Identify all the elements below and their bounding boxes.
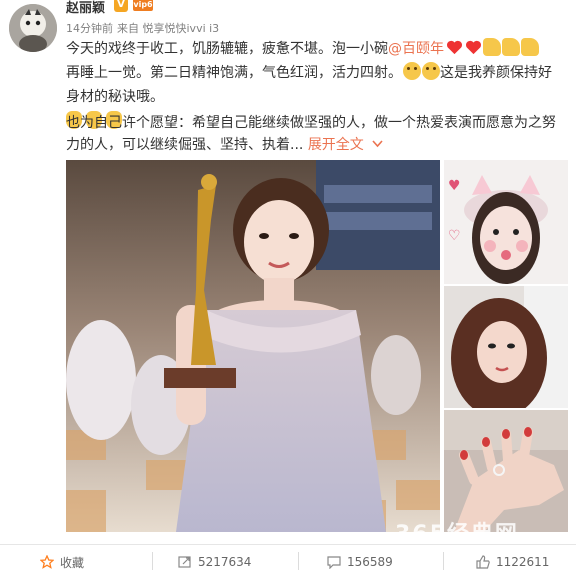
side-photo-1[interactable]: ♥ ♡ [444, 160, 568, 284]
svg-text:♥: ♥ [448, 178, 461, 194]
svg-text:♡: ♡ [448, 228, 461, 244]
side-photo-3[interactable] [444, 410, 568, 532]
comment-icon [327, 556, 341, 569]
favorite-button[interactable]: 收藏 [40, 553, 84, 571]
action-bar-divider [0, 544, 576, 545]
text-segment: 这是我养颜保持好 [440, 65, 552, 81]
vip-badge: vip6 [133, 0, 153, 11]
main-photo[interactable] [66, 160, 440, 532]
text-segment: 力的人，可以继续倔强、坚持、执着... [66, 137, 304, 153]
text-segment: 今天的戏终于收工，饥肠辘辘，疲惫不堪。泡一小碗 [66, 41, 388, 57]
thumbs-up-icon [476, 555, 490, 569]
verified-badge: V [114, 0, 128, 12]
like-count: 1122611 [496, 555, 550, 569]
mention-link[interactable]: @百颐年 [388, 41, 444, 57]
star-icon [40, 555, 54, 569]
thumbs-up-icon [483, 38, 501, 56]
source-prefix: 来自 [117, 22, 139, 35]
post-meta: 14分钟前 来自 悦享悦快ivvi i3 [66, 20, 219, 36]
laughing-face-icon [403, 62, 421, 80]
thumbs-up-icon [521, 38, 539, 56]
side-photo-2[interactable] [444, 286, 568, 408]
chevron-down-icon [372, 140, 383, 148]
comment-count: 156589 [347, 555, 393, 569]
expand-label: 展开全文 [307, 137, 364, 153]
separator [298, 552, 299, 570]
avatar[interactable] [9, 4, 57, 52]
post-time[interactable]: 14分钟前 [66, 22, 113, 35]
laughing-face-icon [422, 62, 440, 80]
like-button[interactable]: 1122611 [476, 553, 549, 571]
heart-icon [466, 40, 481, 55]
text-segment: 再睡上一觉。第二日精神饱满，气色红润，活力四射。 [66, 65, 402, 81]
weibo-post: 赵丽颖 V vip6 14分钟前 来自 悦享悦快ivvi i3 今天的戏终于收工，… [0, 0, 576, 575]
favorite-label: 收藏 [60, 555, 85, 570]
post-text-line-2: 再睡上一觉。第二日精神饱满，气色红润，活力四射。 这是我养颜保持好 [66, 62, 568, 85]
post-source[interactable]: 悦享悦快ivvi i3 [143, 22, 220, 35]
comment-button[interactable]: 156589 [327, 553, 393, 571]
repost-icon [178, 556, 191, 568]
heart-icon [447, 40, 462, 55]
username[interactable]: 赵丽颖 [66, 0, 105, 16]
repost-button[interactable]: 5217634 [178, 553, 251, 571]
separator [443, 552, 444, 570]
post-text-line-1: 今天的戏终于收工，饥肠辘辘，疲惫不堪。泡一小碗@百颐年 [66, 38, 568, 61]
expand-full-text-link[interactable]: 展开全文 [308, 137, 383, 153]
text-segment: 身材的秘诀哦。 [66, 89, 164, 105]
thumbs-up-icon [502, 38, 520, 56]
separator [152, 552, 153, 570]
repost-count: 5217634 [198, 555, 252, 569]
post-text-line-5: 力的人，可以继续倔强、坚持、执着... 展开全文 [66, 134, 568, 157]
post-text-line-4: 也为自己许个愿望：希望自己能继续做坚强的人，做一个热爱表演而愿意为之努 [66, 115, 556, 131]
